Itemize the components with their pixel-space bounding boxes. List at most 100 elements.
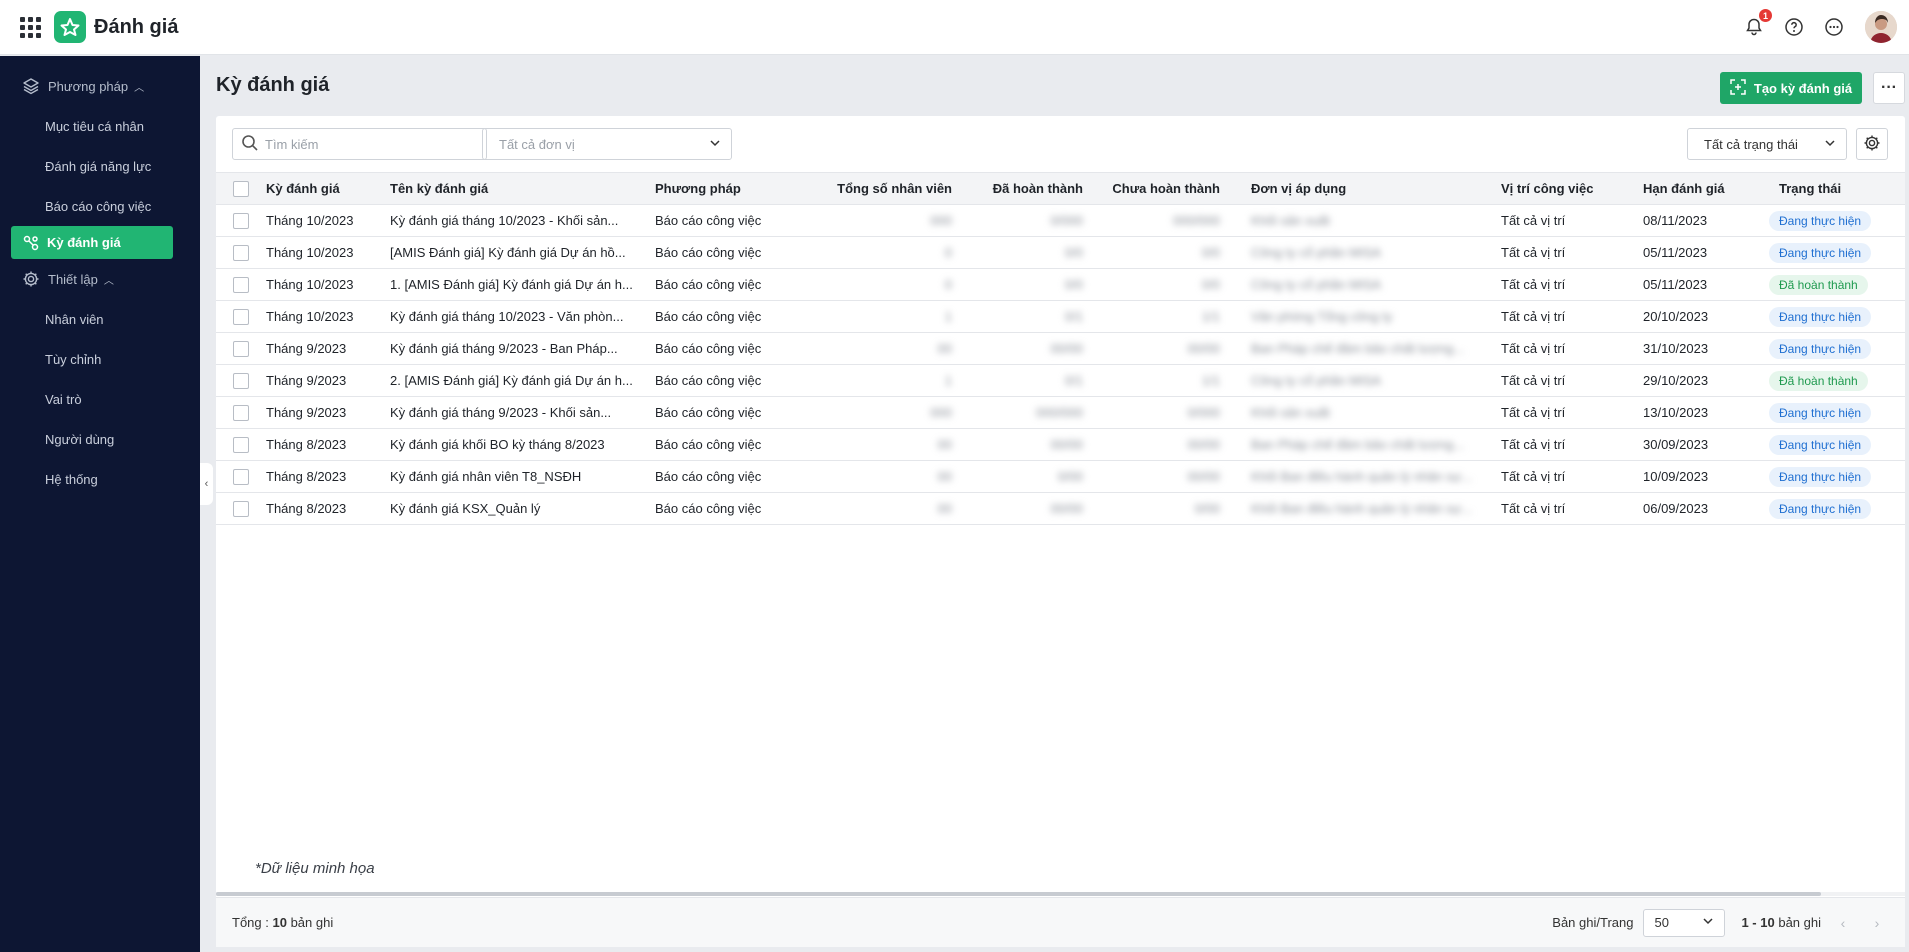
cell-name[interactable]: Kỳ đánh giá khối BO kỳ tháng 8/2023 [390, 429, 655, 461]
sidebar-item-label: Hệ thống [45, 471, 98, 487]
column-header[interactable]: Tên kỳ đánh giá [390, 172, 655, 205]
sidebar-item-personal-goals[interactable]: Mục tiêu cá nhân [0, 106, 200, 146]
cell-deadline: 10/09/2023 [1643, 469, 1709, 484]
sidebar-item-customize[interactable]: Tùy chỉnh [0, 339, 200, 379]
table-row[interactable]: Tháng 10/2023 Kỳ đánh giá tháng 10/2023 -… [216, 205, 1905, 237]
chevron-down-icon [709, 137, 721, 152]
sidebar-group-setup[interactable]: Thiết lập ︿ [0, 259, 200, 299]
cell-method: Báo cáo công việc [655, 277, 762, 292]
scrollbar-thumb[interactable] [216, 892, 1821, 896]
cell-position: Tất cả vị trí [1501, 245, 1566, 260]
row-checkbox[interactable] [233, 308, 249, 325]
column-header[interactable]: Đã hoàn thành [966, 172, 1097, 205]
column-header[interactable]: Trạng thái [1757, 172, 1905, 205]
row-checkbox[interactable] [233, 340, 249, 357]
cell-name[interactable]: Kỳ đánh giá nhân viên T8_NSĐH [390, 461, 655, 493]
cell-name[interactable]: Kỳ đánh giá tháng 10/2023 - Khối sản... [390, 205, 655, 237]
create-evaluation-period-button[interactable]: Tạo kỳ đánh giá [1720, 72, 1862, 104]
column-header[interactable]: Phương pháp [655, 172, 815, 205]
cell-done: 0/000 [1050, 213, 1083, 228]
column-header[interactable]: Tổng số nhân viên [815, 172, 966, 205]
cell-period: Tháng 10/2023 [266, 213, 354, 228]
row-checkbox[interactable] [233, 436, 249, 453]
table-row[interactable]: Tháng 10/2023 [AMIS Đánh giá] Kỳ đánh giá… [216, 237, 1905, 269]
sidebar-item-system[interactable]: Hệ thống [0, 459, 200, 499]
help-icon[interactable] [1781, 14, 1807, 40]
cell-name[interactable]: 2. [AMIS Đánh giá] Kỳ đánh giá Dự án h..… [390, 365, 655, 397]
unit-select[interactable]: Tất cả đơn vị [482, 128, 732, 160]
cell-pending: 1/1 [1201, 373, 1220, 388]
user-avatar[interactable] [1865, 11, 1897, 43]
row-checkbox[interactable] [233, 212, 249, 229]
status-badge: Đã hoàn thành [1769, 370, 1868, 391]
layers-icon [22, 77, 40, 95]
cell-total: 000 [930, 405, 952, 420]
cell-name[interactable]: [AMIS Đánh giá] Kỳ đánh giá Dự án hồ... [390, 237, 655, 269]
row-checkbox[interactable] [233, 372, 249, 389]
table-footer: Tổng : 10 bản ghi Bản ghi/Trang 50 1 - 1… [216, 897, 1905, 947]
chevron-up-icon: ︿ [134, 82, 145, 94]
table-header-row: Kỳ đánh giá Tên kỳ đánh giá Phương pháp … [216, 172, 1905, 205]
previous-page-icon[interactable]: ‹ [1831, 911, 1855, 935]
app-logo [54, 11, 86, 43]
cell-name[interactable]: Kỳ đánh giá tháng 9/2023 - Khối sản... [390, 397, 655, 429]
status-badge: Đang thực hiện [1769, 498, 1872, 519]
cell-done: 00/00 [1050, 437, 1083, 452]
column-header[interactable]: Kỳ đánh giá [266, 172, 390, 205]
column-header[interactable]: Vị trí công việc [1484, 172, 1627, 205]
page-size-select[interactable]: 50 [1643, 908, 1726, 937]
sidebar-item-employees[interactable]: Nhân viên [0, 299, 200, 339]
cell-unit: Văn phòng Tổng công ty [1251, 309, 1393, 324]
cell-position: Tất cả vị trí [1501, 501, 1566, 516]
select-all-checkbox[interactable] [233, 180, 249, 197]
cell-done: 000/000 [1036, 405, 1083, 420]
table-row[interactable]: Tháng 10/2023 Kỳ đánh giá tháng 10/2023 -… [216, 301, 1905, 333]
app-grid-icon[interactable] [16, 13, 44, 41]
status-badge: Đang thực hiện [1769, 466, 1872, 487]
cell-name[interactable]: Kỳ đánh giá KSX_Quản lý [390, 493, 655, 525]
cell-method: Báo cáo công việc [655, 245, 762, 260]
horizontal-scrollbar[interactable] [216, 892, 1905, 896]
sidebar-item-users[interactable]: Người dùng [0, 419, 200, 459]
cell-unit: Ban Pháp chế đảm bảo chất lượng... [1251, 341, 1465, 356]
table-row[interactable]: Tháng 8/2023 Kỳ đánh giá nhân viên T8_NSĐ… [216, 461, 1905, 493]
sidebar-collapse-button[interactable]: ‹ [200, 463, 213, 505]
sidebar-group-method[interactable]: Phương pháp ︿ [0, 66, 200, 106]
sidebar-item-label: Mục tiêu cá nhân [45, 118, 145, 134]
table-row[interactable]: Tháng 9/2023 Kỳ đánh giá tháng 9/2023 - K… [216, 397, 1905, 429]
cell-pending: 0/0 [1201, 277, 1220, 292]
row-checkbox[interactable] [233, 404, 249, 421]
table-row[interactable]: Tháng 9/2023 Kỳ đánh giá tháng 9/2023 - B… [216, 333, 1905, 365]
row-checkbox[interactable] [233, 500, 249, 517]
more-options-icon[interactable] [1821, 14, 1847, 40]
sidebar-item-competency[interactable]: Đánh giá năng lực [0, 146, 200, 186]
cell-deadline: 08/11/2023 [1643, 213, 1708, 228]
cell-name[interactable]: 1. [AMIS Đánh giá] Kỳ đánh giá Dự án h..… [390, 269, 655, 301]
sidebar-item-evaluation-period[interactable]: Kỳ đánh giá [11, 226, 173, 259]
cell-name[interactable]: Kỳ đánh giá tháng 9/2023 - Ban Pháp... [390, 333, 655, 365]
sidebar-item-roles[interactable]: Vai trò [0, 379, 200, 419]
table-settings-button[interactable] [1856, 128, 1888, 160]
row-checkbox[interactable] [233, 276, 249, 293]
column-header[interactable]: Chưa hoàn thành [1097, 172, 1234, 205]
sidebar-item-work-report[interactable]: Báo cáo công việc [0, 186, 200, 226]
cell-name[interactable]: Kỳ đánh giá tháng 10/2023 - Văn phòn... [390, 301, 655, 333]
column-header[interactable]: Đơn vị áp dụng [1234, 172, 1484, 205]
table-row[interactable]: Tháng 8/2023 Kỳ đánh giá khối BO kỳ tháng… [216, 429, 1905, 461]
table-row[interactable]: Tháng 9/2023 2. [AMIS Đánh giá] Kỳ đánh g… [216, 365, 1905, 397]
cell-pending: 0/0 [1201, 245, 1220, 260]
more-actions-button[interactable]: ··· [1873, 72, 1905, 104]
next-page-icon[interactable]: › [1865, 911, 1889, 935]
cell-done: 00/00 [1050, 501, 1083, 516]
column-header[interactable]: Hạn đánh giá [1627, 172, 1757, 205]
row-checkbox[interactable] [233, 244, 249, 261]
cell-done: 0/00 [1057, 469, 1083, 484]
notification-bell-icon[interactable]: 1 [1741, 8, 1773, 40]
table-row[interactable]: Tháng 10/2023 1. [AMIS Đánh giá] Kỳ đánh … [216, 269, 1905, 301]
search-input[interactable] [265, 136, 475, 152]
status-select[interactable]: Tất cả trạng thái [1687, 128, 1847, 160]
cell-unit: Khối sản xuất [1251, 213, 1330, 228]
cell-period: Tháng 10/2023 [266, 309, 354, 324]
table-row[interactable]: Tháng 8/2023 Kỳ đánh giá KSX_Quản lý Báo c… [216, 493, 1905, 525]
row-checkbox[interactable] [233, 468, 249, 485]
